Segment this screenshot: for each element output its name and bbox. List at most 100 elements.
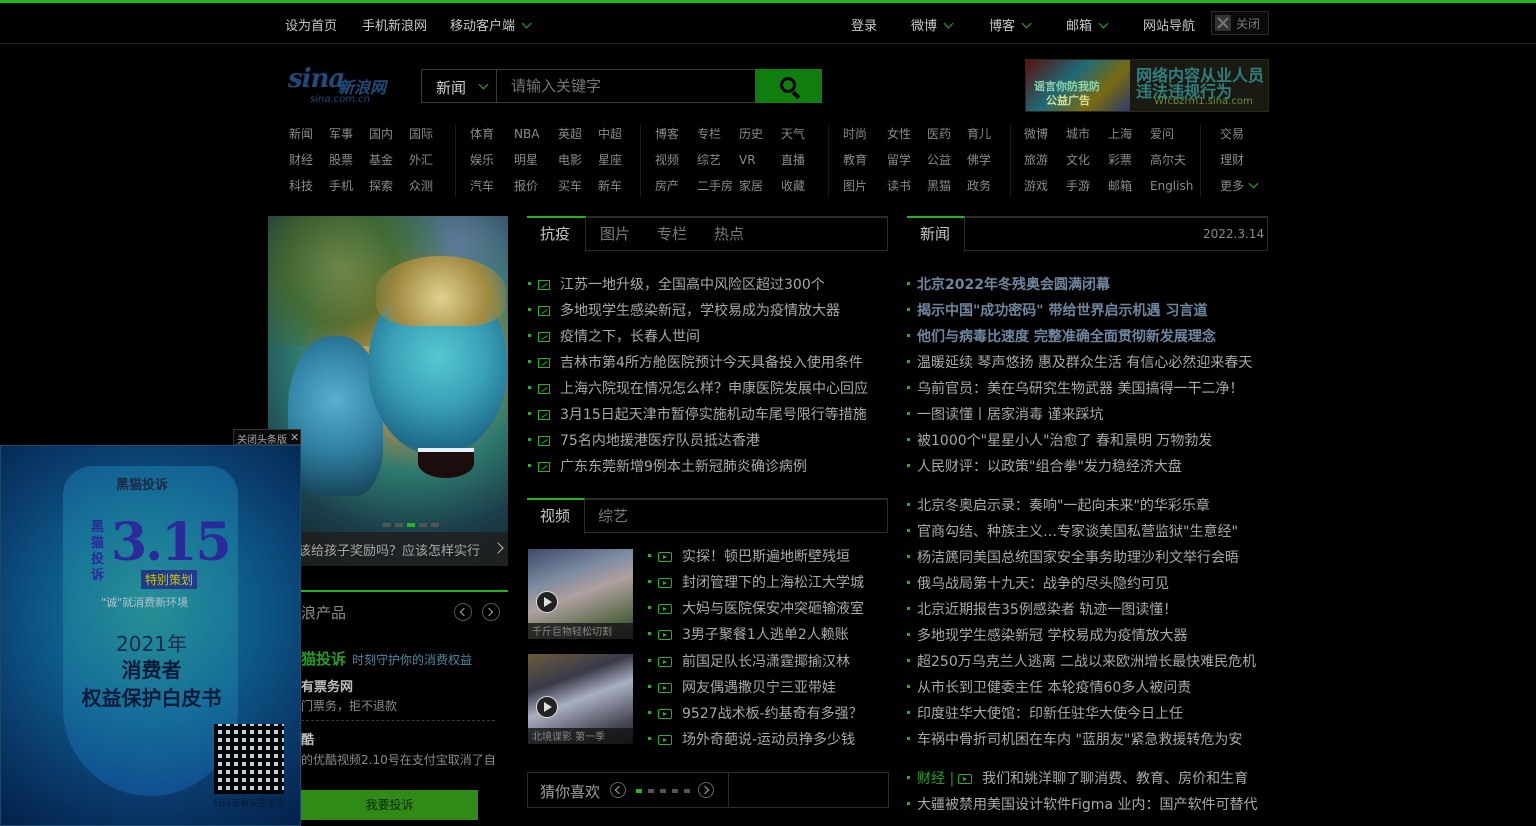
banner-dots[interactable] xyxy=(383,516,443,531)
nav-link[interactable]: 时尚 xyxy=(843,125,887,142)
set-home-link[interactable]: 设为首页 xyxy=(285,15,337,34)
list-item[interactable]: 封闭管理下的上海松江大学城 xyxy=(648,570,864,596)
nav-link[interactable]: 女性 xyxy=(887,125,927,142)
banner-dot[interactable] xyxy=(395,523,403,527)
list-item-text[interactable]: 吉林市第4所方舱医院预计今天具备投入使用条件 xyxy=(560,355,863,371)
nav-link[interactable]: 星座 xyxy=(598,151,638,168)
list-item-text[interactable]: 人民财评：以政策"组合拳"发力稳经济大盘 xyxy=(917,459,1182,475)
nav-link[interactable]: 上海 xyxy=(1108,125,1150,142)
nav-link[interactable]: 基金 xyxy=(369,151,409,168)
mobile-sina-link[interactable]: 手机新浪网 xyxy=(362,15,427,34)
list-item[interactable]: 实探！顿巴斯遍地断壁残垣 xyxy=(648,544,864,570)
list-item-text[interactable]: 实探！顿巴斯遍地断壁残垣 xyxy=(682,549,850,565)
list-item-text[interactable]: 江苏一地升级，全国高中风险区超过300个 xyxy=(560,277,825,293)
list-item[interactable]: 前国足队长冯潇霆揶揄汉林 xyxy=(648,649,864,675)
page-dot[interactable] xyxy=(684,789,690,793)
list-item-text[interactable]: 上海六院现在情况怎么样？申康医院发展中心回应 xyxy=(560,381,868,397)
list-item-text[interactable]: 车祸中骨折司机困在车内 "蓝朋友"紧急救援转危为安 xyxy=(917,732,1242,748)
list-item[interactable]: 网友偶遇撒贝宁三亚带娃 xyxy=(648,675,864,701)
list-item-text[interactable]: 封闭管理下的上海松江大学城 xyxy=(682,575,864,591)
page-dot[interactable] xyxy=(660,789,666,793)
nav-link[interactable]: 爱问 xyxy=(1150,125,1200,142)
nav-link[interactable]: 读书 xyxy=(887,177,927,194)
nav-link[interactable]: 图片 xyxy=(843,177,887,194)
nav-link[interactable]: 佛学 xyxy=(967,151,1007,168)
tab-antiepidemic[interactable]: 抗疫 xyxy=(540,223,570,244)
list-item[interactable]: 3月15日起天津市暂停实施机动车尾号限行等措施 xyxy=(528,402,868,428)
nav-link[interactable]: VR xyxy=(739,153,781,167)
nav-link[interactable]: 黑猫 xyxy=(927,177,967,194)
nav-link[interactable]: 国际 xyxy=(409,125,449,142)
nav-link[interactable]: 彩票 xyxy=(1108,151,1150,168)
nav-link[interactable]: 买车 xyxy=(558,177,598,194)
tab-hot[interactable]: 热点 xyxy=(714,223,744,244)
tab-pictures[interactable]: 图片 xyxy=(600,223,630,244)
banner-dot[interactable] xyxy=(431,523,439,527)
list-item-text[interactable]: 3男子聚餐1人逃单2人赖账 xyxy=(682,627,849,643)
nav-link[interactable]: 育儿 xyxy=(967,125,1007,142)
next-button[interactable] xyxy=(482,603,500,621)
list-item-text[interactable]: 多地现学生感染新冠 学校易成为疫情放大器 xyxy=(917,628,1187,644)
list-item-text[interactable]: 官商勾结、种族主义…专家谈美国私营监狱"生意经" xyxy=(917,524,1238,540)
focus-banner[interactable]: 该给孩子奖励吗？应该怎样实行 xyxy=(268,216,508,566)
nav-link[interactable]: 留学 xyxy=(887,151,927,168)
list-item-text[interactable]: 杨洁篪同美国总统国家安全事务助理沙利文举行会晤 xyxy=(917,550,1239,566)
list-item[interactable]: 9527战术板-约基奇有多强？ xyxy=(648,701,864,727)
nav-link[interactable]: 报价 xyxy=(514,177,558,194)
nav-link[interactable]: 天气 xyxy=(781,125,821,142)
nav-link[interactable]: 城市 xyxy=(1066,125,1108,142)
list-item-text[interactable]: 大疆被禁用美国设计软件Figma 业内：国产软件可替代 xyxy=(917,797,1257,813)
nav-link[interactable]: 英超 xyxy=(558,125,598,142)
nav-link[interactable]: 国内 xyxy=(369,125,409,142)
nav-link[interactable]: 二手房 xyxy=(697,177,739,194)
nav-link[interactable]: 电影 xyxy=(558,151,598,168)
list-item-text[interactable]: 温暖延续 琴声悠扬 惠及群众生活 有信心必然迎来春天 xyxy=(917,355,1252,371)
nav-link[interactable]: 高尔夫 xyxy=(1150,151,1200,168)
tab-video[interactable]: 视频 xyxy=(540,505,570,526)
chevron-right-icon[interactable] xyxy=(492,542,504,554)
search-scope-select[interactable]: 新闻 xyxy=(421,69,496,103)
list-item[interactable]: 3男子聚餐1人逃单2人赖账 xyxy=(648,622,864,648)
nav-link[interactable]: 手机 xyxy=(329,177,369,194)
banner-dot[interactable] xyxy=(407,523,415,527)
list-item[interactable]: 杨洁篪同美国总统国家安全事务助理沙利文举行会晤 xyxy=(907,545,1257,571)
list-item[interactable]: 场外奇葩说-运动员挣多少钱 xyxy=(648,727,864,753)
list-item[interactable]: 大妈与医院保安冲突砸输液室 xyxy=(648,596,864,622)
nav-link[interactable]: 外汇 xyxy=(409,151,449,168)
search-input[interactable] xyxy=(496,69,756,103)
nav-link[interactable]: 家居 xyxy=(739,177,781,194)
nav-link[interactable]: 交易 xyxy=(1220,125,1244,142)
nav-link[interactable]: 探索 xyxy=(369,177,409,194)
banner-dot[interactable] xyxy=(383,523,391,527)
list-item[interactable]: 俄乌战局第十九天：战争的尽头隐约可见 xyxy=(907,571,1257,597)
list-item[interactable]: 财经 | 我们和姚洋聊了聊消费、教育、房价和生育 xyxy=(907,766,1257,792)
complaint-item-title[interactable]: 有票务网 xyxy=(301,676,353,695)
list-item[interactable]: 北京2022年冬残奥会圆满闭幕 xyxy=(907,272,1257,298)
close-button[interactable]: 关闭 xyxy=(1211,11,1269,35)
list-item[interactable]: 乌前官员：美在乌研究生物武器 美国搞得一干二净！ xyxy=(907,376,1257,402)
video-thumb[interactable]: 千斤巨物轻松切割 xyxy=(528,549,633,639)
list-item-text[interactable]: 多地现学生感染新冠，学校易成为疫情放大器 xyxy=(560,303,840,319)
nav-link[interactable]: NBA xyxy=(514,127,558,141)
list-item-text[interactable]: 超250万乌克兰人逃离 二战以来欧洲增长最快难民危机 xyxy=(917,654,1256,670)
nav-link[interactable]: 教育 xyxy=(843,151,887,168)
list-item[interactable]: 广东东莞新增9例本土新冠肺炎确诊病例 xyxy=(528,454,868,480)
list-item-text[interactable]: 他们与病毒比速度 完整准确全面贯彻新发展理念 xyxy=(917,329,1216,345)
list-item[interactable]: 超250万乌克兰人逃离 二战以来欧洲增长最快难民危机 xyxy=(907,649,1257,675)
nav-link[interactable]: 历史 xyxy=(739,125,781,142)
list-item[interactable]: 北京近期报告35例感染者 轨迹一图读懂！ xyxy=(907,597,1257,623)
nav-link[interactable]: 股票 xyxy=(329,151,369,168)
list-item[interactable]: 一图读懂丨居家消毒 谨来踩坑 xyxy=(907,402,1257,428)
tab-columns[interactable]: 专栏 xyxy=(657,223,687,244)
list-item-text[interactable]: 前国足队长冯潇霆揶揄汉林 xyxy=(682,654,850,670)
list-item-text[interactable]: 3月15日起天津市暂停实施机动车尾号限行等措施 xyxy=(560,407,867,423)
nav-link[interactable]: 房产 xyxy=(655,177,697,194)
floating-ad[interactable]: 黑猫投诉 黑猫投诉 3.15 特别策划 "诚"就消费新环境 2021年 消费者 … xyxy=(0,445,301,826)
nav-link[interactable]: 科技 xyxy=(289,177,329,194)
nav-link[interactable]: 明星 xyxy=(514,151,558,168)
prev-button[interactable] xyxy=(610,782,626,798)
list-item[interactable]: 从市长到卫健委主任 本轮疫情60多人被问责 xyxy=(907,675,1257,701)
prev-button[interactable] xyxy=(454,603,472,621)
next-button[interactable] xyxy=(698,782,714,798)
finance-tag[interactable]: 财经 | xyxy=(917,771,954,787)
